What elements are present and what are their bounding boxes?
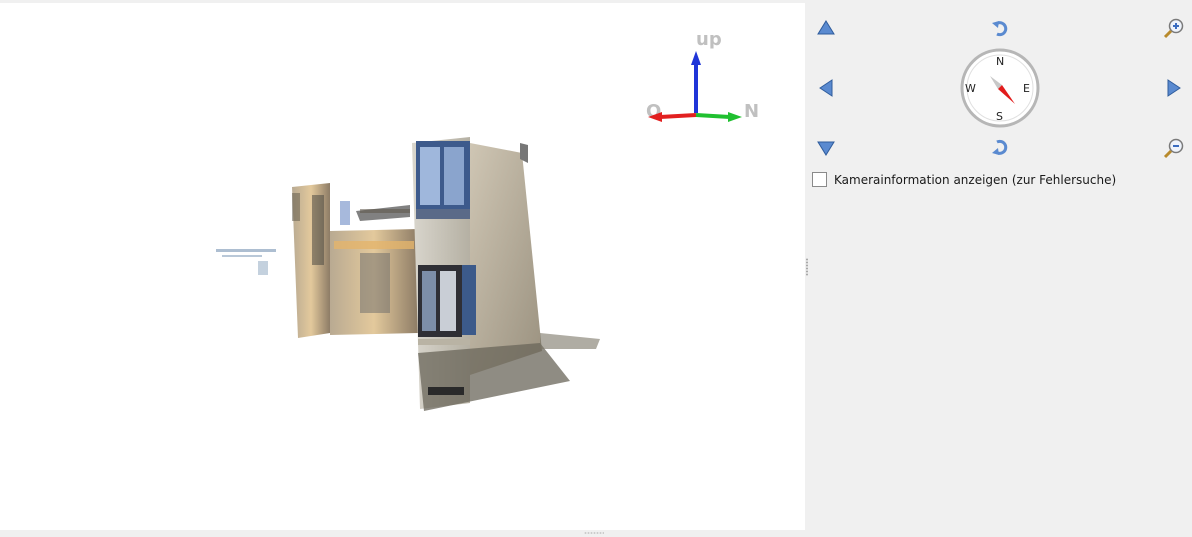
axis-north-arrow (728, 112, 742, 122)
zoom-in-icon (1163, 18, 1184, 39)
compass-icon: N E S W (960, 48, 1040, 128)
rotate-ccw-button[interactable] (988, 16, 1012, 40)
zoom-in-button[interactable] (1162, 16, 1186, 40)
triangle-down-icon (817, 141, 835, 156)
main-building (412, 137, 600, 411)
camera-info-label: Kamerainformation anzeigen (zur Fehlersu… (834, 172, 1117, 187)
rotate-ccw-icon (992, 21, 1008, 37)
zoom-out-icon (1163, 138, 1184, 159)
triangle-left-icon (819, 79, 833, 97)
camera-info-option[interactable]: Kamerainformation anzeigen (zur Fehlersu… (812, 172, 1116, 187)
pan-down-button[interactable] (814, 136, 838, 160)
axis-up-arrow (691, 51, 701, 65)
navigation-panel: N E S W Kamerainformation anzeigen (zur … (808, 0, 1192, 537)
axis-label-up: up (696, 29, 722, 50)
axis-gizmo: up O N (646, 29, 759, 122)
rotate-cw-icon (992, 139, 1008, 155)
point-cluster-left (216, 249, 276, 275)
map-3d-viewport[interactable]: up O N (0, 3, 805, 530)
pan-left-button[interactable] (814, 76, 838, 100)
back-building (292, 183, 418, 338)
zoom-out-button[interactable] (1162, 136, 1186, 160)
triangle-up-icon (817, 20, 835, 35)
compass-north: N (996, 55, 1004, 68)
pan-right-button[interactable] (1162, 76, 1186, 100)
compass[interactable]: N E S W (960, 48, 1040, 128)
compass-west: W (965, 82, 976, 95)
axis-west-line (659, 113, 697, 119)
axis-lines (648, 51, 742, 122)
compass-south: S (996, 110, 1003, 123)
rotate-cw-button[interactable] (988, 136, 1012, 160)
pan-up-button[interactable] (814, 16, 838, 40)
triangle-right-icon (1167, 79, 1181, 97)
axis-label-north: N (744, 101, 759, 122)
compass-east: E (1023, 82, 1030, 95)
splitter-grip-horizontal[interactable] (584, 532, 604, 534)
axis-north-line (695, 113, 731, 119)
camera-info-checkbox[interactable] (812, 172, 827, 187)
